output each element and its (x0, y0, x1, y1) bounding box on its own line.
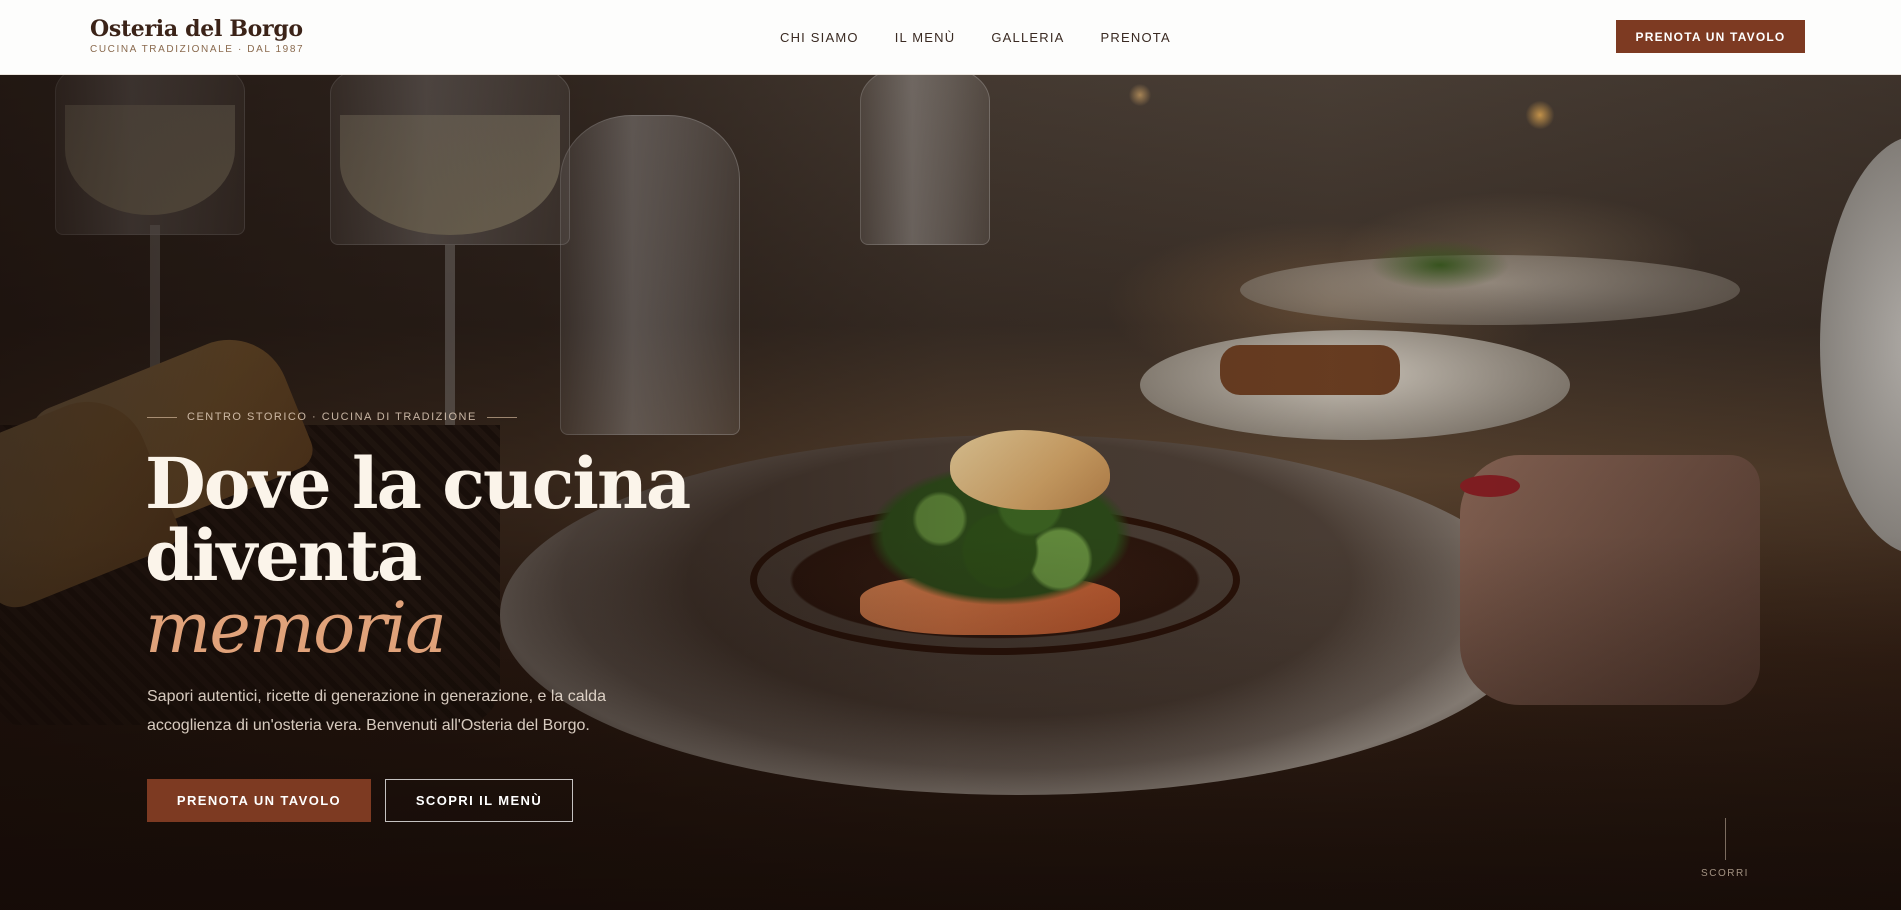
site-header: Osteria del Borgo CUCINA TRADIZIONALE · … (0, 0, 1901, 75)
brand-tagline: CUCINA TRADIZIONALE · DAL 1987 (90, 44, 305, 55)
header-book-table-button[interactable]: PRENOTA UN TAVOLO (1616, 20, 1805, 53)
scroll-indicator[interactable]: SCORRI (1700, 818, 1750, 879)
brand-logo[interactable]: Osteria del Borgo CUCINA TRADIZIONALE · … (90, 16, 304, 55)
eyebrow-line-left (147, 416, 177, 418)
hero-discover-menu-button[interactable]: SCOPRI IL MENÙ (385, 779, 573, 822)
nav-chi-siamo[interactable]: CHI SIAMO (780, 30, 859, 45)
nav-galleria[interactable]: GALLERIA (991, 30, 1064, 45)
brand-name: Osteria del Borgo (90, 16, 303, 42)
scroll-label: SCORRI (1701, 868, 1749, 879)
nav-prenota[interactable]: PRENOTA (1101, 30, 1171, 45)
hero-book-table-button[interactable]: PRENOTA UN TAVOLO (147, 779, 371, 822)
headline-line-1: Dove la cucina (145, 442, 691, 525)
eyebrow-text: CENTRO STORICO · CUCINA DI TRADIZIONE (187, 411, 477, 423)
headline-line-2: diventa (145, 514, 422, 597)
scroll-line (1724, 818, 1726, 860)
headline-accent: memoria (145, 587, 447, 669)
main-nav: CHI SIAMO IL MENÙ GALLERIA PRENOTA (780, 0, 1171, 75)
hero-lede: Sapori autentici, ricette di generazione… (147, 688, 606, 734)
hero-headline: Dove la cucina diventa memoria (145, 442, 691, 669)
nav-menu[interactable]: IL MENÙ (895, 30, 956, 45)
eyebrow-line-right (486, 416, 517, 418)
hero-eyebrow: CENTRO STORICO · CUCINA DI TRADIZIONE (147, 411, 517, 423)
